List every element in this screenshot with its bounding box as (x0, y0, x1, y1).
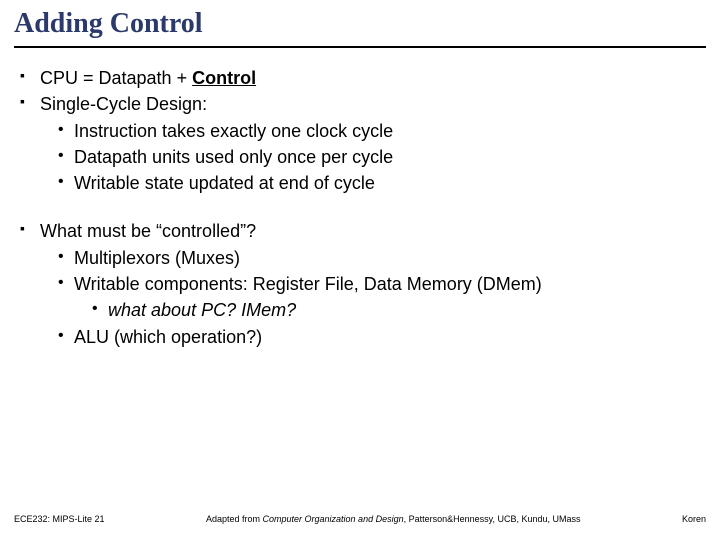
slide-footer: ECE232: MIPS-Lite 21 Adapted from Comput… (14, 514, 706, 524)
footer-center-post: , Patterson&Hennessy, UCB, Kundu, UMass (404, 514, 581, 524)
bullet-l2: Multiplexors (Muxes) (14, 246, 706, 270)
bullet-l2: Writable components: Register File, Data… (14, 272, 706, 296)
bullet-l2: Writable state updated at end of cycle (14, 171, 706, 195)
text: Writable components: Register File, Data… (74, 274, 542, 294)
text: Writable state updated at end of cycle (74, 173, 375, 193)
bullet-l3: what about PC? IMem? (14, 298, 706, 322)
text: CPU = Datapath + (40, 68, 192, 88)
footer-center-src: Computer Organization and Design (263, 514, 404, 524)
bullet-l1: What must be “controlled”? (14, 219, 706, 243)
bullet-l2: Datapath units used only once per cycle (14, 145, 706, 169)
text-italic: what about PC? IMem? (108, 300, 296, 320)
footer-left: ECE232: MIPS-Lite 21 (14, 514, 105, 524)
text-emph: Control (192, 68, 256, 88)
bullet-l2: Instruction takes exactly one clock cycl… (14, 119, 706, 143)
bullet-l1: CPU = Datapath + Control (14, 66, 706, 90)
text: Instruction takes exactly one clock cycl… (74, 121, 393, 141)
text: Single-Cycle Design: (40, 94, 207, 114)
title-rule (14, 46, 706, 48)
footer-right: Koren (682, 514, 706, 524)
text: ALU (which operation?) (74, 327, 262, 347)
text: Datapath units used only once per cycle (74, 147, 393, 167)
bullet-l1: Single-Cycle Design: (14, 92, 706, 116)
text: What must be “controlled”? (40, 221, 256, 241)
bullet-l2: ALU (which operation?) (14, 325, 706, 349)
slide-body: CPU = Datapath + Control Single-Cycle De… (14, 66, 706, 349)
text: Multiplexors (Muxes) (74, 248, 240, 268)
footer-center-pre: Adapted from (206, 514, 263, 524)
footer-center: Adapted from Computer Organization and D… (105, 514, 682, 524)
slide-title: Adding Control (14, 8, 706, 44)
